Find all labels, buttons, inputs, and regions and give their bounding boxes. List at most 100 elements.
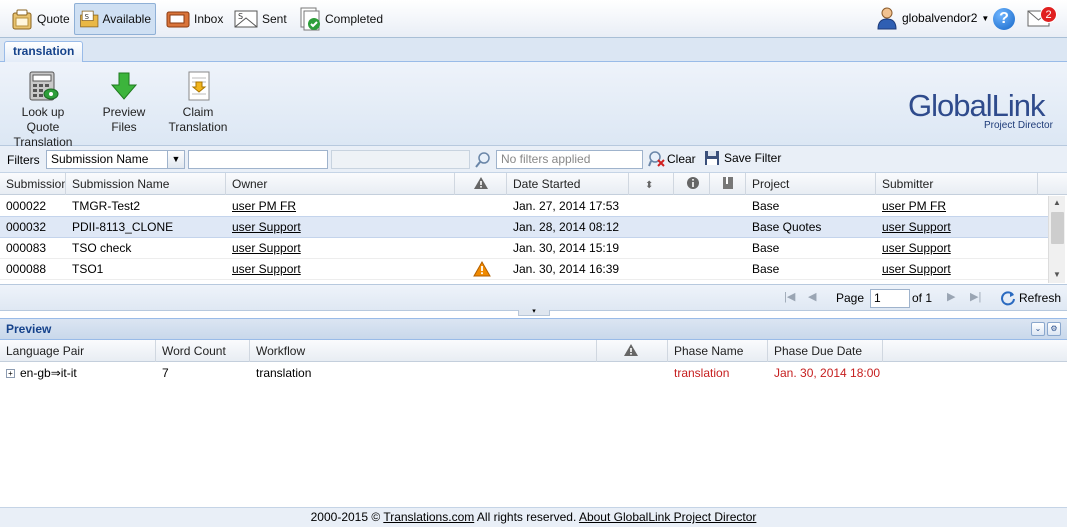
cell-owner-link[interactable]: user Support [226, 259, 301, 280]
nav-available[interactable]: S Available [74, 3, 156, 35]
help-icon[interactable]: ? [993, 8, 1015, 30]
col-preview-warning[interactable] [597, 340, 668, 362]
cell-project: Base [752, 199, 780, 213]
nav-completed-label: Completed [325, 12, 384, 26]
scroll-up-icon[interactable]: ▲ [1053, 198, 1061, 207]
last-page-icon[interactable]: ▶| [970, 290, 981, 303]
col-warning[interactable] [455, 173, 507, 195]
preview-files-button[interactable]: Preview Files [90, 70, 158, 135]
cell-owner-link[interactable]: user Support [226, 238, 301, 259]
first-page-icon[interactable]: |◀ [784, 290, 795, 303]
claim-label-line2: Translation [168, 120, 228, 134]
filter-field-select[interactable]: Submission Name ▼ [46, 150, 185, 169]
chevron-down-icon: ▼ [981, 13, 990, 23]
col-workflow[interactable]: Workflow [250, 340, 597, 362]
prev-page-icon[interactable]: ◀ [808, 290, 816, 303]
preview-panel-header: Preview ⌄ ⚙ [0, 318, 1067, 340]
page-of-label: of 1 [912, 291, 933, 305]
claim-translation-button[interactable]: Claim Translation [166, 70, 230, 135]
col-owner[interactable]: Owner [226, 173, 455, 195]
chevron-down-icon[interactable]: ▼ [167, 151, 184, 168]
table-row[interactable]: 000083 TSO check user Support Jan. 30, 2… [0, 238, 1048, 259]
col-date-started[interactable]: Date Started [507, 173, 629, 195]
preview-grid-header: Language Pair Word Count Workflow Phase … [0, 340, 1067, 362]
cell-date: Jan. 30, 2014 15:19 [513, 241, 620, 255]
footer: 2000-2015 © Translations.com All rights … [0, 507, 1067, 527]
save-filter-label: Save Filter [724, 151, 782, 165]
nav-inbox[interactable]: Inbox [160, 3, 228, 35]
warning-gray-icon [474, 177, 488, 189]
lookup-label-line1: Look up Quote [21, 105, 65, 134]
inbox-icon [166, 11, 190, 28]
sent-icon: S [234, 10, 258, 28]
logo-text: GlobalLink [908, 88, 1045, 123]
cell-owner-link[interactable]: user Support [226, 217, 301, 238]
cell-id: 000083 [6, 241, 47, 255]
footer-about-link[interactable]: About GlobalLink Project Director [579, 510, 756, 524]
save-filter-button[interactable]: Save Filter [704, 150, 781, 166]
user-menu[interactable]: globalvendor2 ▼ [876, 6, 989, 30]
filter-value-input[interactable] [188, 150, 328, 169]
col-submitter[interactable]: Submitter [876, 173, 1038, 195]
cell-submitter-link[interactable]: user Support [876, 259, 951, 280]
nav-quote-label: Quote [37, 12, 70, 26]
warning-gray-icon [624, 344, 638, 356]
cell-submitter-link[interactable]: user Support [876, 238, 951, 259]
refresh-button[interactable]: Refresh [1000, 290, 1061, 306]
green-arrow-down-icon [110, 72, 138, 100]
attachment-icon [723, 177, 733, 189]
scrollbar-thumb[interactable] [1051, 212, 1064, 244]
col-sort[interactable]: ⬍ [629, 173, 674, 195]
expand-plus-icon[interactable]: + [6, 369, 15, 378]
clear-filter-button[interactable]: Clear [648, 150, 696, 168]
preview-title: Preview [6, 322, 52, 336]
nav-quote[interactable]: Quote [5, 3, 75, 35]
col-phase-due-date[interactable]: Phase Due Date [768, 340, 883, 362]
col-phase-name[interactable]: Phase Name [668, 340, 768, 362]
panel-splitter[interactable]: ▾ [518, 308, 550, 316]
cell-name: PDII-8113_CLONE [72, 220, 174, 234]
table-row-selected[interactable]: 000032 PDII-8113_CLONE user Support Jan.… [0, 216, 1048, 238]
search-icon[interactable] [474, 151, 492, 169]
col-language-pair[interactable]: Language Pair [0, 340, 156, 362]
tab-translation[interactable]: translation [4, 41, 84, 62]
gear-icon[interactable]: ⚙ [1047, 322, 1061, 336]
grid-header: Submission I Submission Name Owner Date … [0, 173, 1067, 195]
filter-status-text: No filters applied [501, 152, 591, 166]
nav-inbox-label: Inbox [194, 12, 224, 26]
col-attachment[interactable] [710, 173, 746, 195]
cell-phase-due-date: Jan. 30, 2014 18:00 [774, 366, 881, 380]
col-project[interactable]: Project [746, 173, 876, 195]
globallink-logo: GlobalLink Project Director [908, 88, 1053, 131]
cell-language-pair: + en-gb⇒it-it [0, 363, 77, 384]
language-pair-text: en-gb⇒it-it [20, 366, 77, 380]
cell-owner-link[interactable]: user PM FR [226, 196, 296, 217]
footer-copyright: 2000-2015 © [310, 510, 384, 524]
preview-row[interactable]: + en-gb⇒it-it 7 translation translation J… [0, 363, 1067, 384]
page-number-input[interactable]: 1 [870, 289, 910, 308]
user-avatar-icon [877, 7, 897, 30]
collapse-icon[interactable]: ⌄ [1031, 322, 1045, 336]
grid-scrollbar[interactable]: ▲ ▼ [1048, 196, 1065, 283]
cell-submitter-link[interactable]: user PM FR [876, 196, 946, 217]
footer-company-link[interactable]: Translations.com [383, 510, 474, 524]
col-submission-name[interactable]: Submission Name [66, 173, 226, 195]
preview-files-label: Preview Files [102, 105, 146, 134]
nav-completed[interactable]: Completed [293, 3, 388, 35]
cell-submitter-link[interactable]: user Support [876, 217, 951, 238]
nav-sent[interactable]: S Sent [228, 3, 292, 35]
col-submission-id[interactable]: Submission I [0, 173, 66, 195]
col-word-count[interactable]: Word Count [156, 340, 250, 362]
svg-text:S: S [85, 12, 90, 21]
next-page-icon[interactable]: ▶ [947, 290, 955, 303]
quote-icon [12, 9, 32, 30]
filter-status-field: No filters applied [496, 150, 643, 169]
lookup-quote-translation-button[interactable]: Look up Quote Translation [6, 70, 80, 150]
table-row[interactable]: 000088 TSO1 user Support Jan. 30, 2014 1… [0, 259, 1048, 280]
tab-strip: translation [0, 38, 1067, 62]
cell-name: TSO1 [72, 262, 104, 276]
col-info[interactable] [674, 173, 710, 195]
sort-icon: ⬍ [645, 180, 654, 191]
table-row[interactable]: 000022 TMGR-Test2 user PM FR Jan. 27, 20… [0, 196, 1048, 217]
scroll-down-icon[interactable]: ▼ [1053, 270, 1061, 279]
